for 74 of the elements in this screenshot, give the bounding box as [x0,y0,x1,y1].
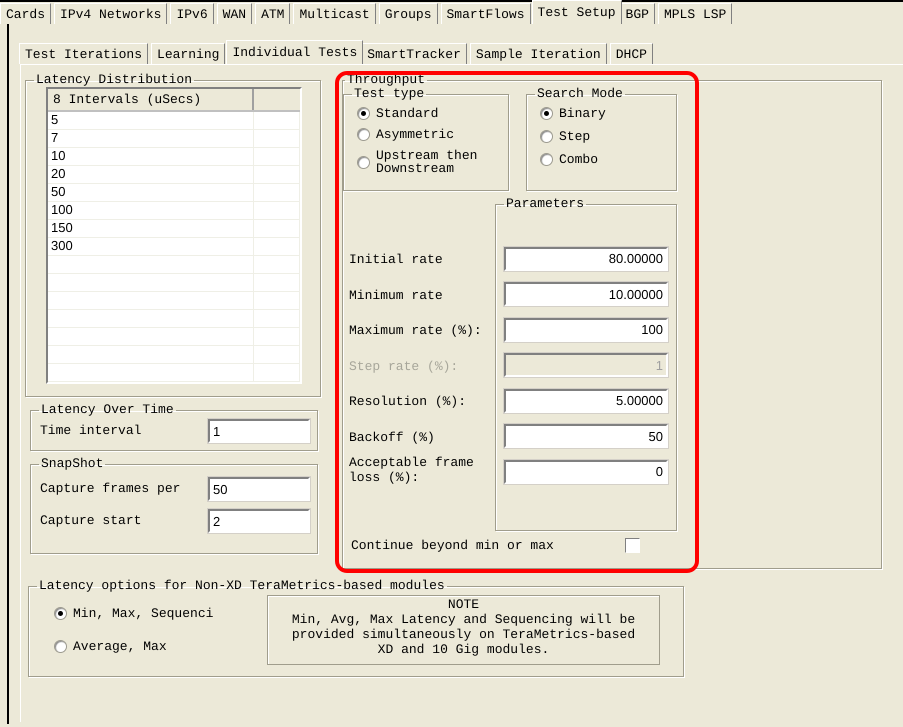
radio-button[interactable] [540,130,553,143]
tab[interactable]: MPLS LSP [658,3,732,24]
tab[interactable]: Sample Iteration [470,43,607,64]
input-field[interactable]: 0 [504,460,668,484]
radio-option[interactable]: Asymmetric [357,128,508,141]
input-field[interactable]: 80.00000 [504,246,668,271]
group-title: Latency options for Non-XD TeraMetrics-based modules [38,579,446,593]
field-label: Capture frames per [40,480,182,498]
field-label: Time interval [40,422,142,440]
group-title: SnapShot [40,457,104,471]
tab[interactable]: Learning [151,43,226,64]
list-cell: 50 [48,183,253,201]
radio-button[interactable] [357,156,370,168]
list-cell: 100 [48,201,253,219]
list-cell: 5 [48,111,253,129]
input-field[interactable]: 2 [208,509,310,533]
list-cell: 20 [48,165,253,183]
tab[interactable]: IPv6 [170,3,214,24]
input-field[interactable]: 100 [504,318,668,342]
group-title: Throughput [346,73,426,87]
tab[interactable]: ATM [255,3,290,24]
interval-list[interactable]: 8 Intervals (uSecs) 5 7 10 20 50 100 150 300 [46,87,302,384]
radio-button[interactable] [357,107,370,120]
tab[interactable]: SmartTracker [361,43,467,64]
field-label: Resolution (%): [349,394,466,410]
tab[interactable]: Multicast [293,3,376,24]
group-title: Search Mode [536,87,624,101]
radio-option[interactable]: Upstream then Downstream [357,149,508,175]
radio-button[interactable] [54,607,67,620]
tab[interactable]: DHCP [610,43,653,64]
input-field[interactable]: 50 [504,424,668,448]
column-header[interactable]: 8 Intervals (uSecs) [48,89,253,111]
list-cell: 7 [48,129,253,147]
tab[interactable]: Test Setup [532,0,622,24]
input-field[interactable]: 5.00000 [504,388,668,413]
tab[interactable]: BGP [620,3,655,24]
radio-option[interactable]: Step [540,130,676,143]
radio-button[interactable] [540,153,553,166]
field-label: Acceptable frame loss (%): [349,455,475,485]
tab[interactable]: Test Iterations [19,43,148,64]
group-title: Test type [353,87,426,101]
radio-button[interactable] [54,640,67,653]
radio-button[interactable] [540,107,553,120]
checkbox-label: Continue beyond min or max [351,537,555,555]
radio-option[interactable]: Min, Max, Sequenci [54,607,267,620]
radio-option[interactable]: Standard [357,107,508,120]
list-cell: 10 [48,147,253,165]
radio-button[interactable] [357,128,370,141]
note-text: Min, Avg, Max Latency and Sequencing will be provided simultaneously on TeraMetrics-based XD and 10 Gig modules. [290,612,636,657]
input-field[interactable]: 1 [208,419,310,443]
tab[interactable]: Groups [378,3,438,24]
tab[interactable]: Individual Tests [226,40,364,64]
list-cell: 150 [48,219,253,237]
group-title: Latency Distribution [35,73,194,87]
radio-option[interactable]: Average, Max [54,640,267,653]
radio-option[interactable]: Combo [540,153,676,166]
field-label: Initial rate [349,252,443,268]
input-field[interactable]: 50 [208,477,310,501]
field-label: Backoff (%) [349,430,435,445]
tab[interactable]: IPv4 Networks [54,3,168,24]
list-cell: 300 [48,237,253,255]
tab[interactable]: SmartFlows [440,3,531,24]
field-label: Capture start [40,512,142,530]
radio-option[interactable]: Binary [540,107,676,120]
group-title: Latency Over Time [40,403,175,417]
checkbox[interactable] [625,538,640,554]
field-label: Minimum rate [349,288,443,303]
tab[interactable]: WAN [216,3,252,24]
field-label: Step rate (%): [349,358,458,374]
tab[interactable]: Cards [0,3,52,24]
group-title: Parameters [505,197,586,211]
note-title: NOTE [446,597,480,612]
input-field[interactable]: 10.00000 [504,282,668,306]
field-label: Maximum rate (%): [349,323,482,338]
